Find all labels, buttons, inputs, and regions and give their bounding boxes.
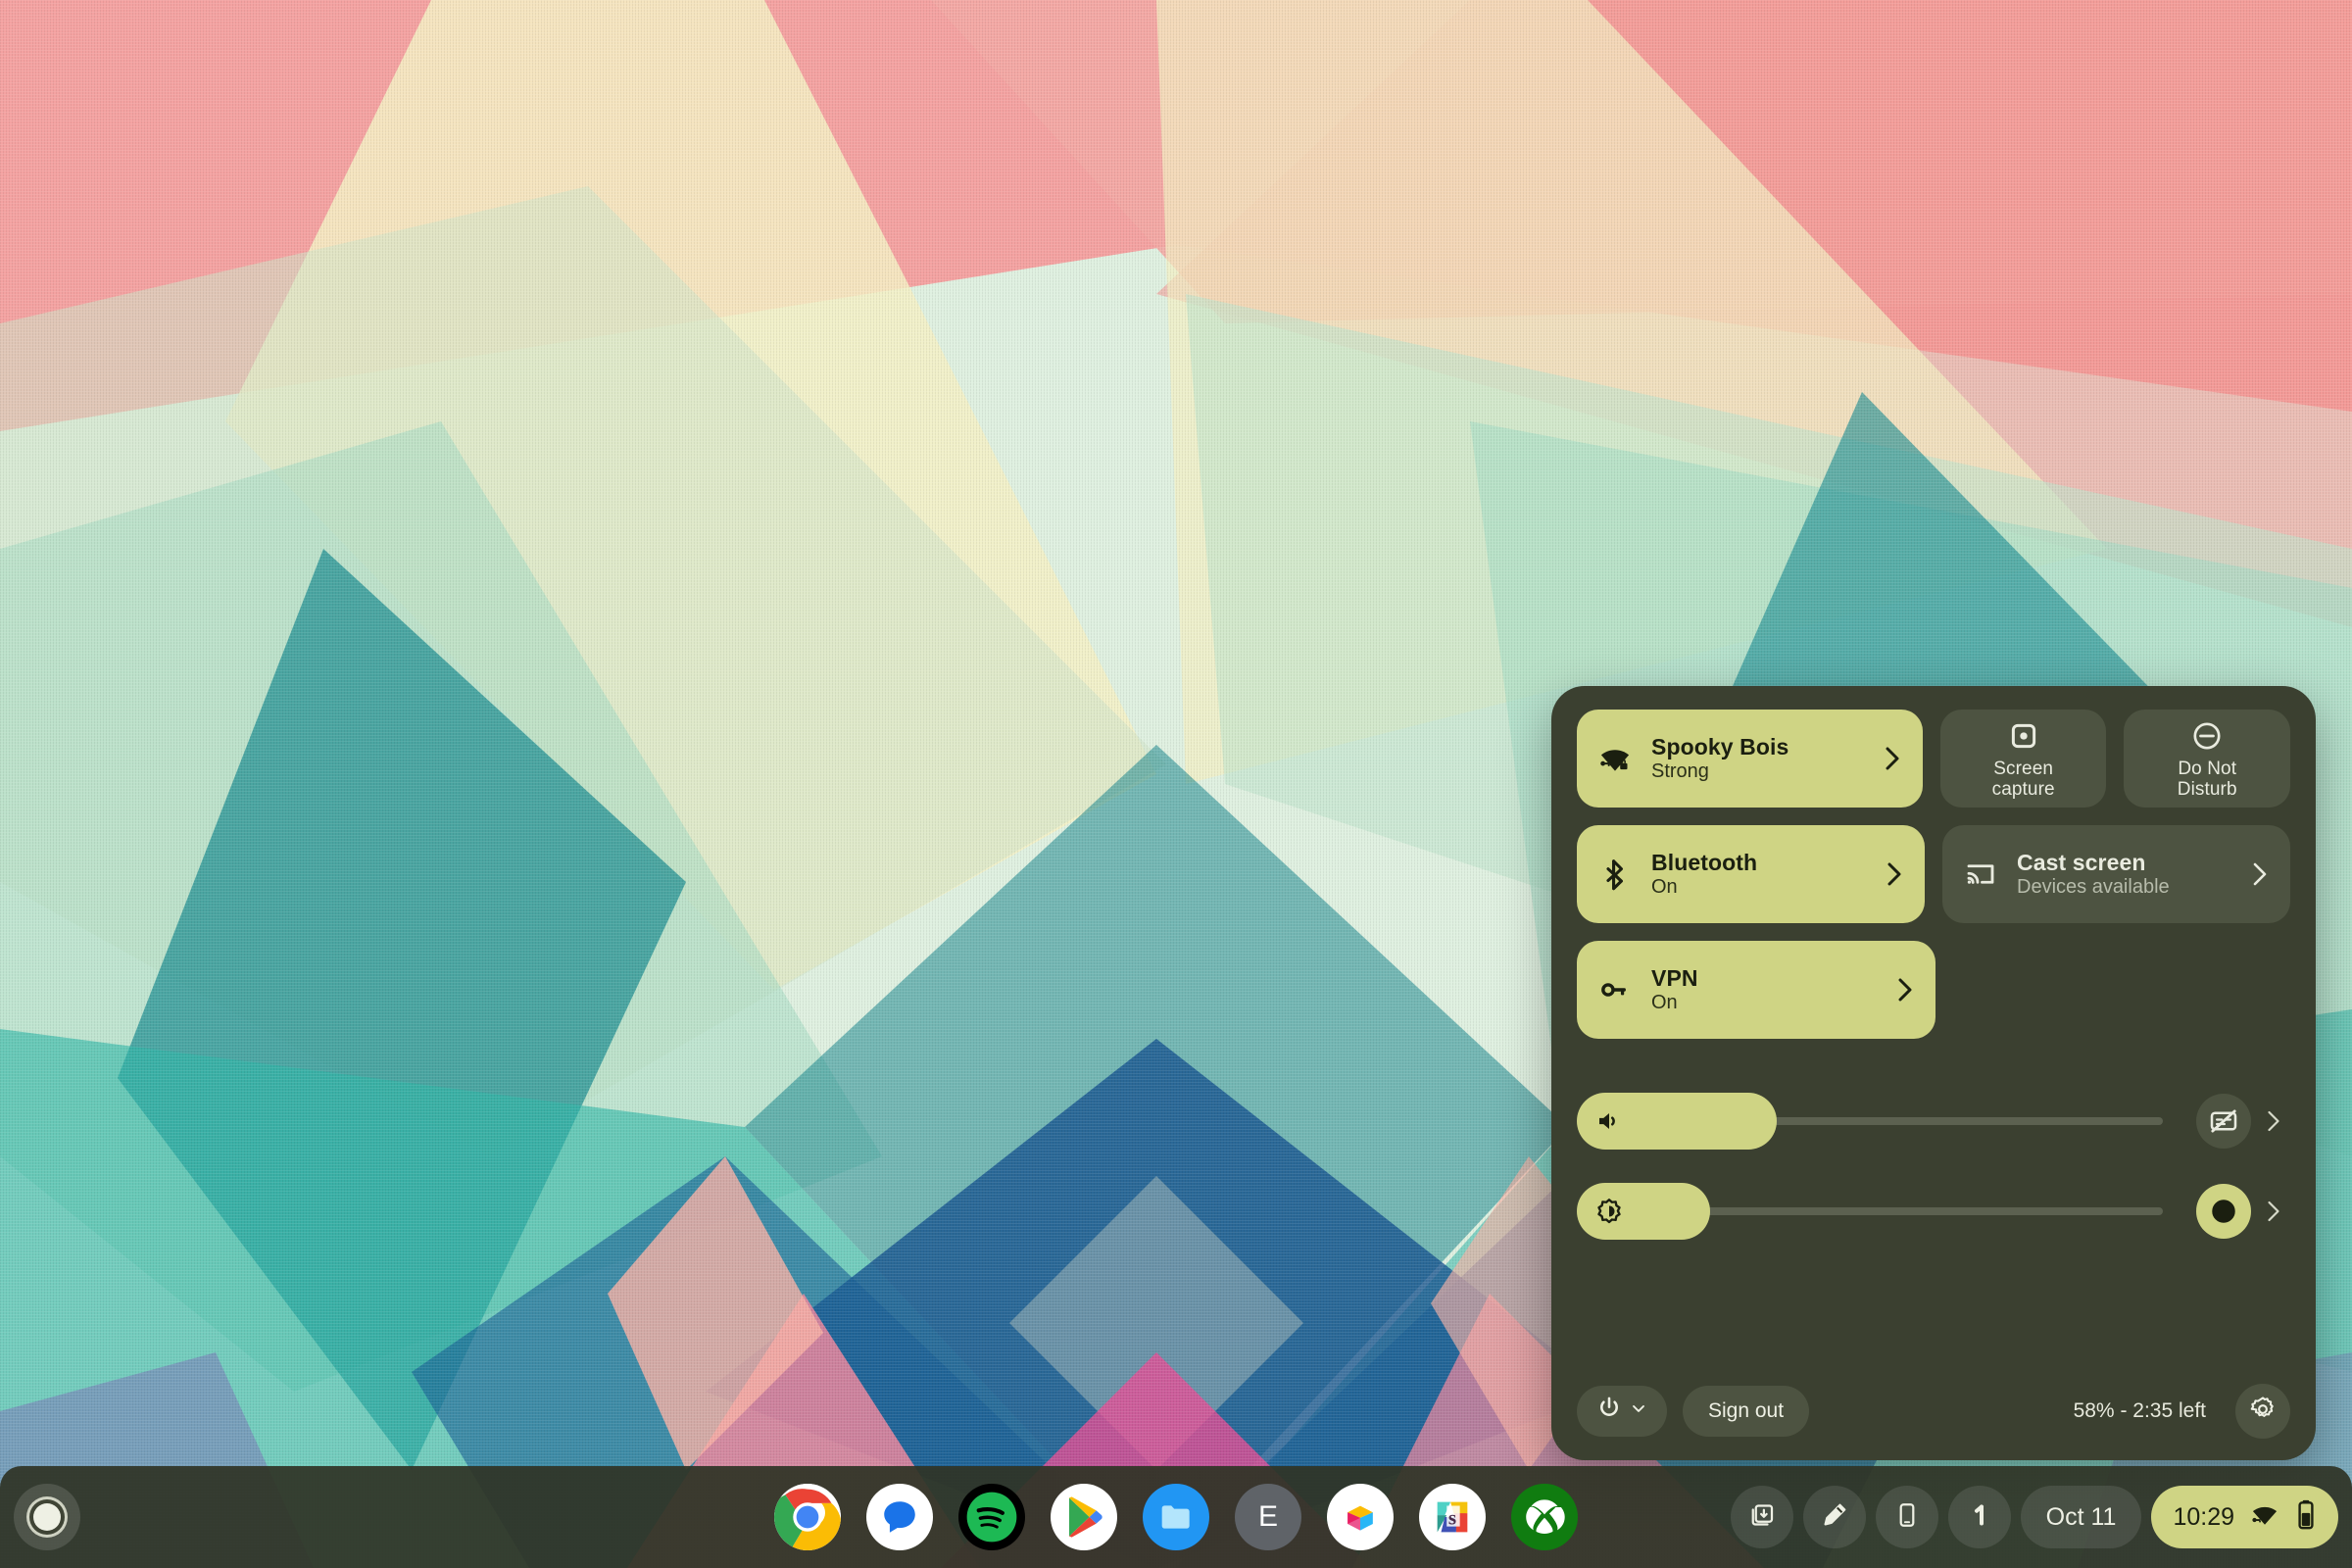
play-store-icon bbox=[1069, 1496, 1102, 1538]
shelf-app-slack[interactable]: s bbox=[1419, 1484, 1486, 1550]
tile-row-2: Bluetooth On Cast screen Devices availab… bbox=[1577, 825, 2290, 923]
wifi-tile-subtitle: Strong bbox=[1651, 760, 1709, 783]
volume-icon bbox=[1594, 1106, 1624, 1136]
night-light-settings-chevron-icon[interactable] bbox=[2257, 1200, 2290, 1223]
do-not-disturb-tile-label: Do Not Disturb bbox=[2177, 758, 2237, 800]
screen-capture-tile-label: Screen capture bbox=[1991, 758, 2055, 800]
xbox-icon bbox=[1526, 1499, 1565, 1534]
wifi-vpn-icon bbox=[2248, 1497, 2281, 1538]
shelf-app-photos-box[interactable] bbox=[1327, 1484, 1394, 1550]
volume-slider[interactable] bbox=[1577, 1093, 2182, 1150]
battery-icon bbox=[2295, 1498, 2317, 1537]
slack-icon: s bbox=[1437, 1501, 1468, 1533]
launcher-icon bbox=[33, 1503, 61, 1531]
shelf-app-xbox[interactable] bbox=[1511, 1484, 1578, 1550]
quick-settings-panel: Spooky Bois Strong Screen capture Do Not… bbox=[1551, 686, 2316, 1460]
cast-tile-text: Cast screen Devices available bbox=[2017, 850, 2231, 899]
wifi-tile-title: Spooky Bois bbox=[1651, 733, 1789, 760]
power-menu-button[interactable] bbox=[1577, 1386, 1667, 1437]
tile-row-1: Spooky Bois Strong Screen capture Do Not… bbox=[1577, 710, 2290, 808]
launcher-button[interactable] bbox=[14, 1484, 80, 1550]
wifi-tile-text: Spooky Bois Strong bbox=[1651, 734, 1864, 783]
brightness-slider[interactable] bbox=[1577, 1183, 2182, 1240]
brightness-side-controls bbox=[2196, 1184, 2290, 1239]
bluetooth-tile-title: Bluetooth bbox=[1651, 849, 1758, 875]
volume-settings-chevron-icon[interactable] bbox=[2257, 1109, 2290, 1133]
svg-text:s: s bbox=[1448, 1506, 1456, 1530]
captions-off-icon[interactable] bbox=[2196, 1094, 2251, 1149]
bluetooth-icon bbox=[1596, 856, 1634, 893]
brightness-icon bbox=[1594, 1197, 1624, 1226]
cast-icon bbox=[1962, 856, 1999, 893]
status-area-tray-button[interactable]: 10:29 bbox=[2151, 1486, 2338, 1548]
tile-row-3: VPN On bbox=[1577, 941, 2290, 1039]
shelf-app-files[interactable] bbox=[1143, 1484, 1209, 1550]
messages-icon bbox=[884, 1501, 915, 1533]
box-icon bbox=[1348, 1505, 1373, 1531]
screen-capture-icon bbox=[2005, 717, 2042, 755]
shelf-app-play-store[interactable] bbox=[1051, 1484, 1117, 1550]
volume-slider-thumb[interactable] bbox=[1577, 1093, 1777, 1150]
spotify-icon bbox=[966, 1492, 1017, 1543]
phone-icon bbox=[1893, 1501, 1921, 1534]
screen-capture-tile[interactable]: Screen capture bbox=[1939, 710, 2107, 808]
shelf-app-explore-label: E bbox=[1257, 1500, 1278, 1533]
volume-side-controls bbox=[2196, 1094, 2290, 1149]
screen-capture-tray-button[interactable] bbox=[1730, 1486, 1793, 1548]
vpn-tile-subtitle: On bbox=[1651, 992, 1678, 1014]
badge-one-icon bbox=[1965, 1500, 1994, 1535]
stylus-icon bbox=[1820, 1500, 1849, 1535]
vpn-tile[interactable]: VPN On bbox=[1577, 941, 1936, 1039]
wifi-tile[interactable]: Spooky Bois Strong bbox=[1577, 710, 1923, 808]
bluetooth-tile-subtitle: On bbox=[1651, 876, 1678, 899]
chevron-right-icon[interactable] bbox=[1884, 861, 1905, 887]
chevron-right-icon[interactable] bbox=[1882, 746, 1903, 771]
shelf-app-explore[interactable]: E bbox=[1235, 1484, 1301, 1550]
brightness-slider-thumb[interactable] bbox=[1577, 1183, 1710, 1240]
notification-count-tray-button[interactable] bbox=[1947, 1486, 2011, 1548]
shelf-app-messages[interactable] bbox=[866, 1484, 933, 1550]
chevron-down-icon bbox=[1629, 1398, 1648, 1424]
quick-settings-tiles: Spooky Bois Strong Screen capture Do Not… bbox=[1577, 710, 2290, 1254]
bluetooth-tile-text: Bluetooth On bbox=[1651, 850, 1866, 899]
bluetooth-tile[interactable]: Bluetooth On bbox=[1577, 825, 1925, 923]
night-light-icon[interactable] bbox=[2196, 1184, 2251, 1239]
cast-screen-tile[interactable]: Cast screen Devices available bbox=[1942, 825, 2290, 923]
shelf-tray: Oct 11 10:29 bbox=[1730, 1486, 2338, 1548]
chrome-icon bbox=[774, 1484, 841, 1550]
chevron-right-icon[interactable] bbox=[2249, 861, 2271, 887]
vpn-tile-title: VPN bbox=[1651, 964, 1698, 991]
files-folder-icon bbox=[1161, 1505, 1190, 1529]
cast-tile-subtitle: Devices available bbox=[2017, 876, 2170, 899]
vpn-key-icon bbox=[1596, 971, 1634, 1008]
settings-button[interactable] bbox=[2235, 1384, 2290, 1439]
date-tray-button[interactable]: Oct 11 bbox=[2020, 1486, 2142, 1548]
chromeos-desktop: Spooky Bois Strong Screen capture Do Not… bbox=[0, 0, 2352, 1568]
chevron-right-icon[interactable] bbox=[1894, 977, 1916, 1003]
cast-tile-title: Cast screen bbox=[2017, 849, 2146, 875]
shelf: E s Oct 11 10:29 bbox=[0, 1466, 2352, 1568]
gear-icon bbox=[2248, 1395, 2278, 1429]
volume-slider-row bbox=[1577, 1078, 2290, 1164]
capture-stack-icon bbox=[1747, 1500, 1777, 1535]
battery-status-label: 58% - 2:35 left bbox=[2073, 1399, 2206, 1422]
shelf-app-spotify[interactable] bbox=[958, 1484, 1025, 1550]
vpn-tile-text: VPN On bbox=[1651, 965, 1877, 1014]
phone-hub-tray-button[interactable] bbox=[1875, 1486, 1938, 1548]
shelf-app-list: E s bbox=[774, 1484, 1578, 1550]
do-not-disturb-tile[interactable]: Do Not Disturb bbox=[2124, 710, 2290, 808]
power-icon bbox=[1595, 1395, 1623, 1428]
shelf-app-chrome[interactable] bbox=[774, 1484, 841, 1550]
wifi-lock-icon bbox=[1596, 740, 1634, 777]
sign-out-button[interactable]: Sign out bbox=[1683, 1386, 1810, 1437]
do-not-disturb-icon bbox=[2188, 717, 2226, 755]
brightness-slider-row bbox=[1577, 1168, 2290, 1254]
stylus-tray-button[interactable] bbox=[1802, 1486, 1866, 1548]
status-time-label: 10:29 bbox=[2173, 1502, 2234, 1531]
quick-settings-footer: Sign out 58% - 2:35 left bbox=[1577, 1384, 2290, 1439]
